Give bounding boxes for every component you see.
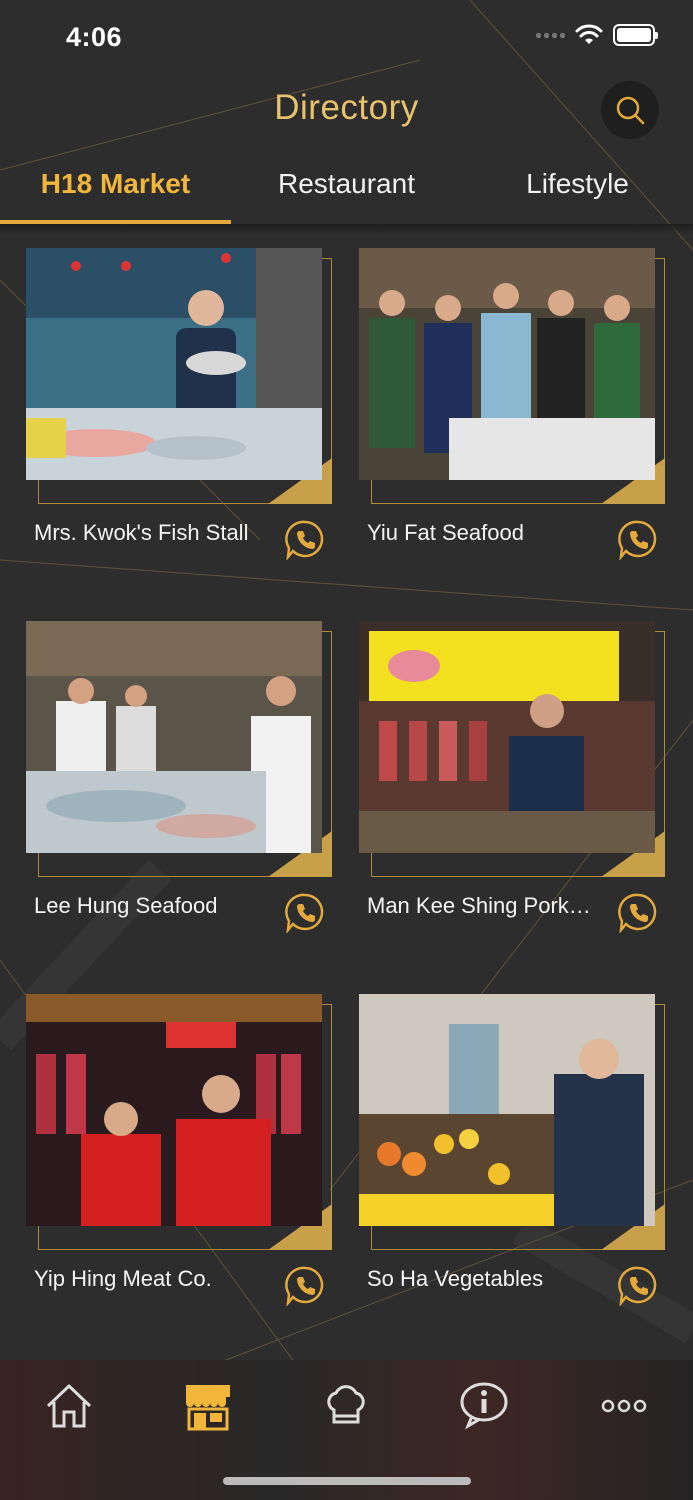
wifi-icon [575, 24, 603, 44]
stall-photo [359, 248, 655, 480]
stall-photo [359, 994, 655, 1226]
info-icon [460, 1382, 508, 1430]
stall-card[interactable]: Mrs. Kwok's Fish Stall [26, 248, 333, 588]
stall-card[interactable]: Man Kee Shing Pork… [359, 621, 666, 961]
stall-card[interactable]: So Ha Vegetables [359, 994, 666, 1334]
chef-hat-icon [327, 1385, 365, 1424]
more-icon [601, 1399, 647, 1413]
stall-name: Mrs. Kwok's Fish Stall [34, 520, 249, 545]
battery-icon [613, 24, 658, 46]
phone-icon[interactable] [617, 891, 659, 933]
tab-restaurant[interactable]: Restaurant [231, 150, 462, 224]
nav-market[interactable] [180, 1378, 236, 1434]
home-icon [46, 1384, 92, 1428]
stall-photo [26, 248, 322, 480]
phone-icon[interactable] [284, 891, 326, 933]
phone-icon[interactable] [284, 518, 326, 560]
phone-icon[interactable] [617, 518, 659, 560]
status-icons [536, 24, 658, 46]
stall-name: So Ha Vegetables [367, 1266, 544, 1291]
market-stall-icon [186, 1385, 230, 1431]
status-time: 4:06 [66, 22, 123, 52]
nav-more[interactable] [596, 1378, 652, 1434]
stall-photo [26, 621, 322, 853]
app-header: Directory [0, 76, 693, 146]
stall-card[interactable]: Yiu Fat Seafood [359, 248, 666, 588]
tab-h18-market[interactable]: H18 Market [0, 150, 231, 224]
tabs-divider [0, 224, 693, 234]
nav-restaurant[interactable] [318, 1378, 374, 1434]
category-tabs: H18 Market Restaurant Lifestyle [0, 150, 693, 224]
stall-card[interactable]: Lee Hung Seafood [26, 621, 333, 961]
nav-info[interactable] [456, 1378, 512, 1434]
phone-icon[interactable] [617, 1264, 659, 1306]
page-title: Directory [274, 88, 419, 127]
tab-lifestyle[interactable]: Lifestyle [462, 150, 693, 224]
search-button[interactable] [601, 81, 659, 139]
stall-name: Lee Hung Seafood [34, 893, 218, 918]
stall-card[interactable]: Yip Hing Meat Co. [26, 994, 333, 1334]
stall-photo [26, 994, 322, 1226]
stall-name: Yip Hing Meat Co. [34, 1266, 212, 1291]
nav-home[interactable] [41, 1378, 97, 1434]
stall-name: Man Kee Shing Pork… [367, 893, 591, 918]
phone-icon[interactable] [284, 1264, 326, 1306]
signal-icon [536, 32, 565, 38]
search-icon [616, 96, 645, 125]
home-indicator[interactable] [223, 1477, 471, 1485]
stall-name: Yiu Fat Seafood [367, 520, 524, 545]
status-bar: 4:06 [0, 0, 693, 76]
stall-photo [359, 621, 655, 853]
